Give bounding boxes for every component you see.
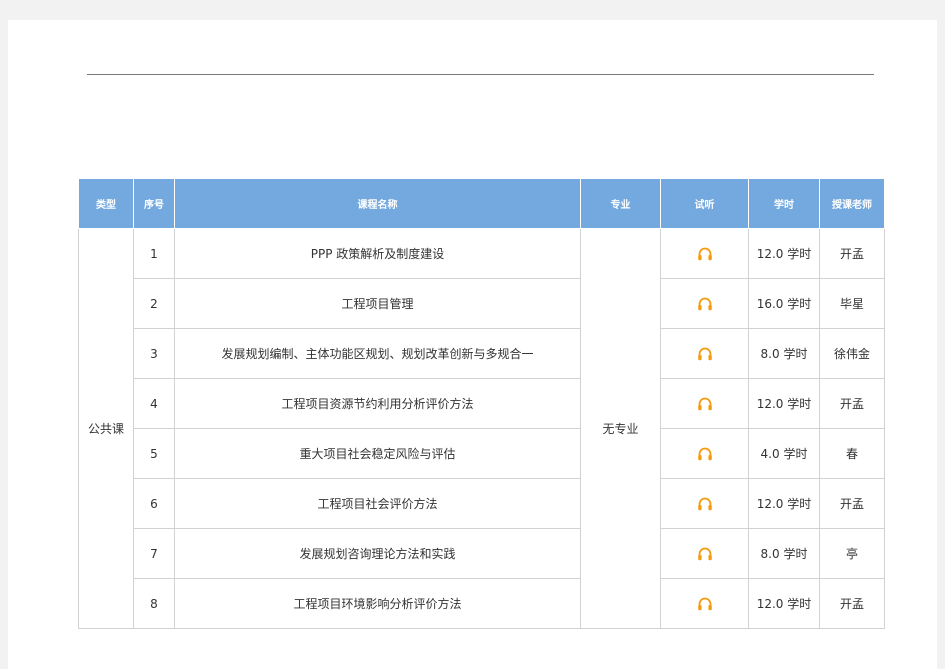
course-hours: 12.0 学时 [748, 478, 820, 529]
row-seq: 4 [133, 378, 175, 429]
row-seq: 1 [133, 228, 175, 279]
course-hours: 12.0 学时 [748, 378, 820, 429]
course-teacher: 毕星 [819, 278, 885, 329]
header-course-name: 课程名称 [174, 178, 581, 229]
headphone-icon [697, 297, 712, 310]
header-teacher: 授课老师 [819, 178, 885, 229]
audition-cell[interactable] [660, 278, 749, 329]
table-row: 4 工程项目资源节约利用分析评价方法 12.0 学时 开孟 [79, 378, 885, 429]
audition-cell[interactable] [660, 528, 749, 579]
headphone-icon [697, 247, 712, 260]
audition-cell[interactable] [660, 228, 749, 279]
course-name: PPP 政策解析及制度建设 [174, 228, 581, 279]
course-teacher: 徐伟金 [819, 328, 885, 379]
headphone-icon [697, 347, 712, 360]
course-name: 发展规划咨询理论方法和实践 [174, 528, 581, 579]
header-type: 类型 [78, 178, 134, 229]
divider-line [87, 74, 874, 75]
row-seq: 7 [133, 528, 175, 579]
headphone-icon [697, 547, 712, 560]
row-seq: 8 [133, 578, 175, 629]
course-teacher: 开孟 [819, 478, 885, 529]
audition-cell[interactable] [660, 328, 749, 379]
row-seq: 2 [133, 278, 175, 329]
course-hours: 12.0 学时 [748, 578, 820, 629]
document-page: 类型 序号 课程名称 专业 试听 学时 授课老师 公共课 1 PPP 政策解析及制度… [8, 20, 937, 669]
table-row: 公共课 1 PPP 政策解析及制度建设 无专业 12.0 学时 开孟 [78, 228, 885, 629]
course-category: 公共课 [78, 228, 134, 629]
row-seq: 6 [133, 478, 175, 529]
header-audition: 试听 [660, 178, 749, 229]
course-teacher: 开孟 [819, 378, 885, 429]
audition-cell[interactable] [660, 428, 749, 479]
course-hours: 16.0 学时 [748, 278, 820, 329]
course-name: 重大项目社会稳定风险与评估 [174, 428, 581, 479]
course-teacher: 开孟 [819, 578, 885, 629]
course-hours: 8.0 学时 [748, 328, 820, 379]
course-hours: 8.0 学时 [748, 528, 820, 579]
table-row: 7 发展规划咨询理论方法和实践 8.0 学时亭 [79, 528, 885, 579]
course-name: 工程项目环境影响分析评价方法 [174, 578, 581, 629]
table-row: 5 重大项目社会稳定风险与评估 4.0 学时春 [79, 428, 885, 479]
course-name: 工程项目资源节约利用分析评价方法 [174, 378, 581, 429]
table-row: 6 工程项目社会评价方法 12.0 学时 开孟 [79, 478, 885, 529]
course-teacher: 亭 [819, 528, 885, 579]
course-table: 类型 序号 课程名称 专业 试听 学时 授课老师 公共课 1 PPP 政策解析及制度… [78, 178, 885, 629]
headphone-icon [697, 447, 712, 460]
course-major: 无专业 [580, 228, 661, 629]
table-row: 8 工程项目环境影响分析评价方法 12.0 学时 开孟 [79, 578, 885, 629]
course-name: 工程项目社会评价方法 [174, 478, 581, 529]
header-seq: 序号 [133, 178, 175, 229]
headphone-icon [697, 597, 712, 610]
course-hours: 12.0 学时 [748, 228, 820, 279]
headphone-icon [697, 397, 712, 410]
table-row: 2 工程项目管理 16.0 学时 毕星 [79, 278, 885, 329]
audition-cell[interactable] [660, 478, 749, 529]
table-row: 3 发展规划编制、主体功能区规划、规划改革创新与多规合一 8.0 学时 徐伟金 [79, 328, 885, 379]
header-hours: 学时 [748, 178, 820, 229]
course-teacher: 开孟 [819, 228, 885, 279]
headphone-icon [697, 497, 712, 510]
course-name: 发展规划编制、主体功能区规划、规划改革创新与多规合一 [174, 328, 581, 379]
row-seq: 5 [133, 428, 175, 479]
audition-cell[interactable] [660, 578, 749, 629]
course-hours: 4.0 学时 [748, 428, 820, 479]
audition-cell[interactable] [660, 378, 749, 429]
header-major: 专业 [580, 178, 661, 229]
course-teacher: 春 [819, 428, 885, 479]
course-name: 工程项目管理 [174, 278, 581, 329]
row-seq: 3 [133, 328, 175, 379]
table-header-row: 类型 序号 课程名称 专业 试听 学时 授课老师 [78, 178, 885, 229]
